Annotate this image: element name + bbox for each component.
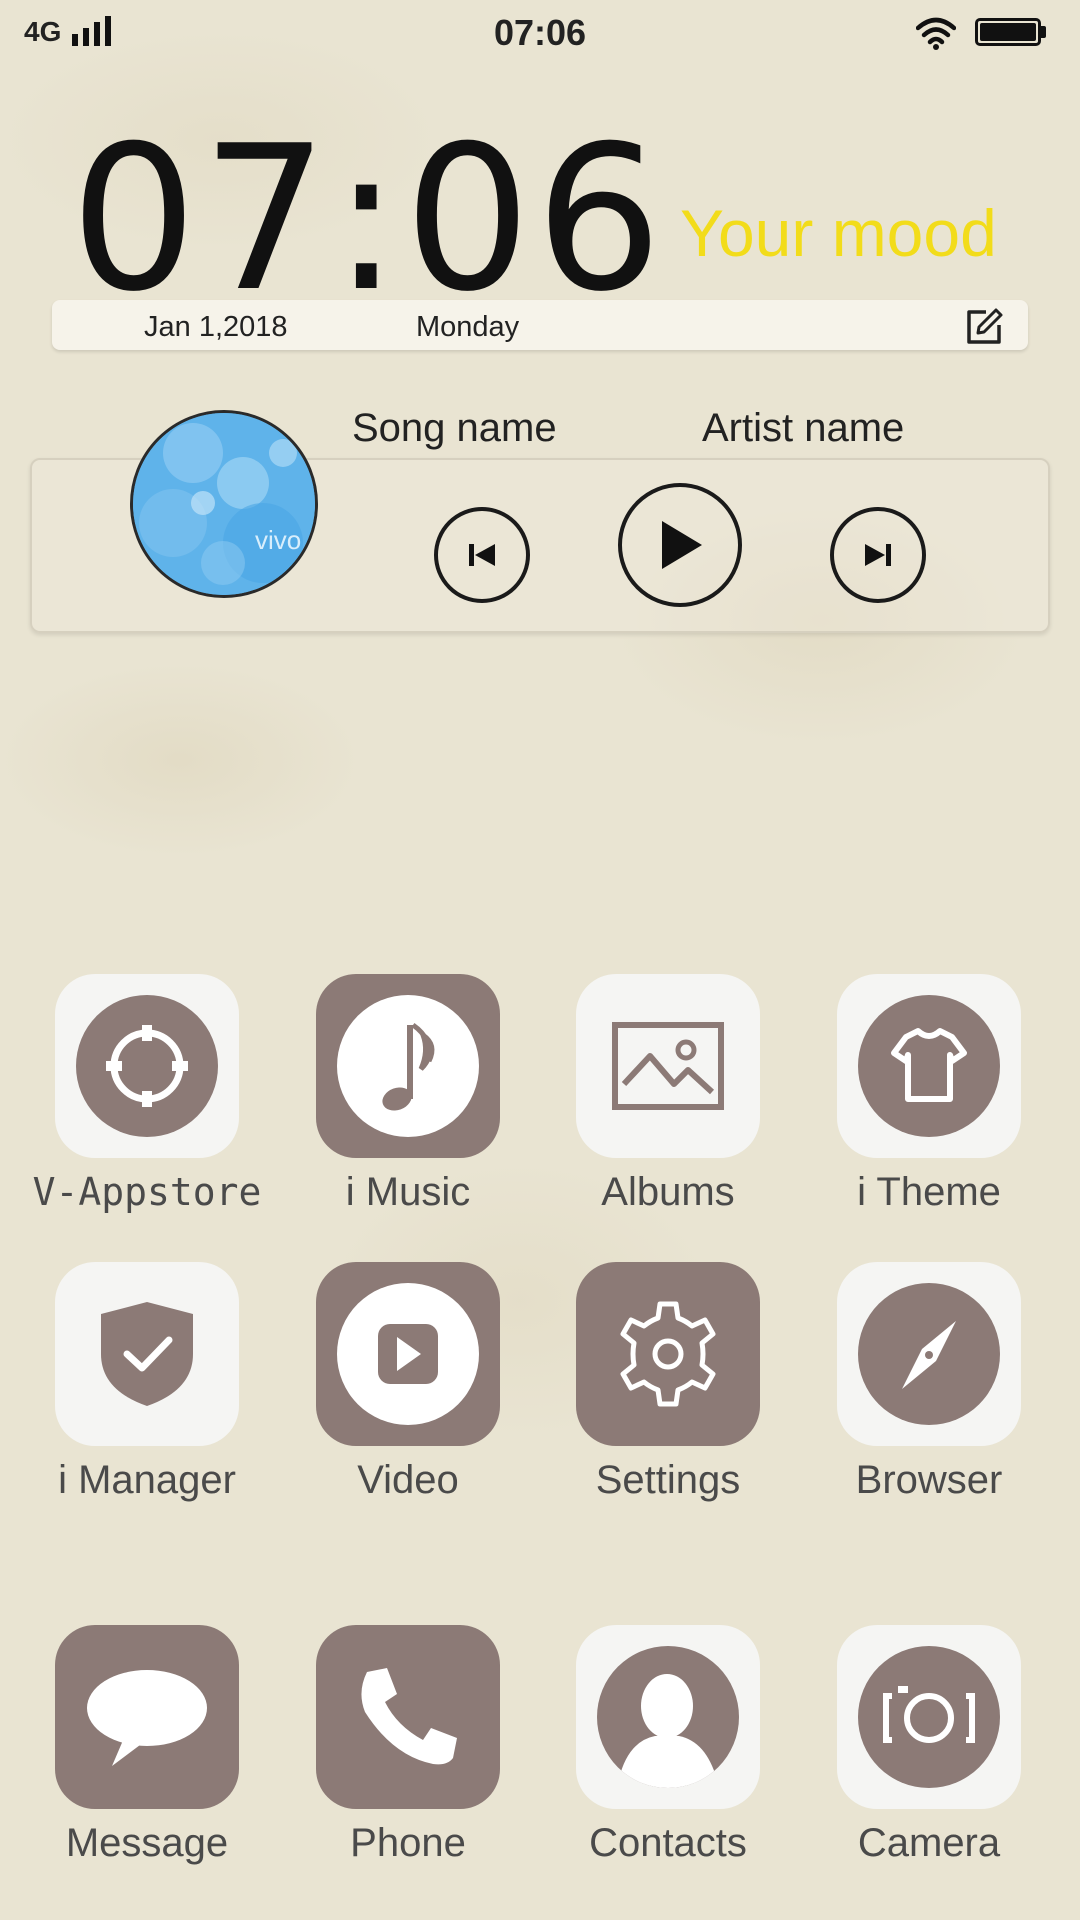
- play-icon: [662, 521, 702, 569]
- app-tile[interactable]: [55, 1625, 239, 1809]
- video-play-icon: [337, 1283, 479, 1425]
- play-button[interactable]: [618, 483, 742, 607]
- wifi-icon: [916, 17, 956, 50]
- day-text: Monday: [416, 311, 520, 343]
- person-icon: [597, 1646, 739, 1788]
- app-tile[interactable]: [576, 1262, 760, 1446]
- song-name: Song name: [352, 406, 557, 450]
- app-label: Albums: [601, 1170, 735, 1214]
- app-label: Video: [357, 1458, 459, 1502]
- date-text: Jan 1,2018: [144, 311, 288, 343]
- app-tile[interactable]: [837, 1625, 1021, 1809]
- app-i-manager[interactable]: i Manager: [27, 1262, 267, 1503]
- artist-name: Artist name: [702, 406, 905, 450]
- app-tile[interactable]: [316, 1625, 500, 1809]
- target-icon: [76, 995, 218, 1137]
- app-label: Message: [65, 1821, 229, 1865]
- app-camera[interactable]: Camera: [809, 1625, 1049, 1866]
- clock-time[interactable]: 07:06: [70, 120, 666, 320]
- app-label: V-Appstore: [32, 1170, 262, 1214]
- image-icon: [612, 1022, 724, 1110]
- app-label: Browser: [855, 1458, 1003, 1502]
- app-phone[interactable]: Phone: [288, 1625, 528, 1866]
- date-bar: Jan 1,2018 Monday: [52, 300, 1028, 350]
- phone-icon: [361, 1668, 457, 1765]
- status-bar: 4G 07:06: [0, 0, 1080, 70]
- app-tile[interactable]: [576, 1625, 760, 1809]
- album-art-brand: vivo: [255, 525, 301, 555]
- edit-icon[interactable]: [964, 307, 1004, 347]
- app-contacts[interactable]: Contacts: [548, 1625, 788, 1866]
- skip-next-icon: [865, 544, 891, 566]
- app-v-appstore[interactable]: V-Appstore: [27, 974, 267, 1214]
- app-tile[interactable]: [55, 1262, 239, 1446]
- app-tile[interactable]: [316, 974, 500, 1158]
- app-i-theme[interactable]: i Theme: [809, 974, 1049, 1215]
- app-label: i Music: [345, 1170, 471, 1214]
- next-track-button[interactable]: [830, 507, 926, 603]
- app-video[interactable]: Video: [288, 1262, 528, 1503]
- battery-cap: [1041, 26, 1046, 38]
- app-settings[interactable]: Settings: [548, 1262, 788, 1503]
- app-label: Phone: [350, 1821, 466, 1865]
- previous-track-button[interactable]: [434, 507, 530, 603]
- app-tile[interactable]: [316, 1262, 500, 1446]
- album-art[interactable]: vivo: [130, 410, 318, 598]
- mood-text[interactable]: Your mood: [680, 195, 997, 271]
- app-i-music[interactable]: i Music: [288, 974, 528, 1215]
- app-label: Contacts: [589, 1821, 747, 1865]
- battery-icon: [975, 18, 1041, 46]
- app-message[interactable]: Message: [27, 1625, 267, 1866]
- camera-icon: [858, 1646, 1000, 1788]
- app-tile[interactable]: [837, 974, 1021, 1158]
- app-tile[interactable]: [837, 1262, 1021, 1446]
- music-note-icon: [337, 995, 479, 1137]
- app-albums[interactable]: Albums: [548, 974, 788, 1215]
- tshirt-icon: [858, 995, 1000, 1137]
- app-label: Settings: [595, 1458, 741, 1502]
- compass-icon: [858, 1283, 1000, 1425]
- app-label: Camera: [857, 1821, 1001, 1865]
- album-art-graphic: vivo: [133, 413, 315, 595]
- gear-icon: [620, 1301, 716, 1407]
- chat-bubble-icon: [87, 1670, 207, 1766]
- app-tile[interactable]: [55, 974, 239, 1158]
- app-label: i Manager: [58, 1458, 236, 1502]
- app-label: i Theme: [857, 1170, 1001, 1214]
- shield-check-icon: [101, 1302, 193, 1406]
- app-tile[interactable]: [576, 974, 760, 1158]
- skip-previous-icon: [469, 544, 495, 566]
- app-browser[interactable]: Browser: [809, 1262, 1049, 1503]
